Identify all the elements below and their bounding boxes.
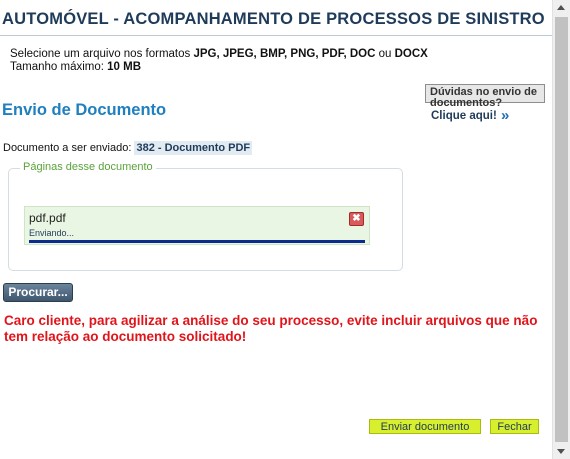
scroll-up-arrow-icon[interactable]: [557, 5, 565, 10]
upload-item: pdf.pdf ✖ Enviando...: [24, 206, 370, 245]
pages-fieldset: Páginas desse documento pdf.pdf ✖ Envian…: [8, 161, 403, 271]
pages-legend: Páginas desse documento: [20, 161, 156, 173]
page-title: AUTOMÓVEL - ACOMPANHAMENTO DE PROCESSOS …: [0, 10, 555, 36]
file-name: pdf.pdf: [29, 211, 66, 225]
max-size-line: Tamanho máximo: 10 MB: [10, 61, 142, 73]
help-link[interactable]: Clique aqui!: [431, 110, 497, 122]
document-value: 382 - Documento PDF: [134, 141, 253, 155]
formats-line: Selecione um arquivo nos formatos JPG, J…: [10, 48, 428, 60]
remove-file-icon[interactable]: ✖: [349, 212, 364, 226]
browse-button[interactable]: Procurar...: [3, 283, 73, 302]
upload-status: Enviando...: [29, 228, 75, 238]
upload-instructions: Selecione um arquivo nos formatos JPG, J…: [10, 48, 428, 74]
send-document-button[interactable]: Enviar documento: [369, 419, 481, 434]
scroll-thumb[interactable]: [555, 17, 568, 442]
vertical-scrollbar[interactable]: [552, 0, 570, 459]
help-box[interactable]: Dúvidas no envio de documentos?: [425, 84, 545, 109]
upload-progress-fill: [29, 240, 365, 243]
close-button[interactable]: Fechar: [490, 419, 539, 434]
document-to-send: Documento a ser enviado: 382 - Documento…: [3, 141, 253, 155]
upload-progress-bar: [29, 240, 365, 243]
warning-message: Caro cliente, para agilizar a análise do…: [4, 313, 538, 344]
section-title: Envio de Documento: [2, 101, 167, 119]
double-chevron-right-icon[interactable]: »: [501, 107, 509, 124]
scroll-down-arrow-icon[interactable]: [557, 449, 565, 454]
document-label: Documento a ser enviado:: [3, 142, 135, 154]
